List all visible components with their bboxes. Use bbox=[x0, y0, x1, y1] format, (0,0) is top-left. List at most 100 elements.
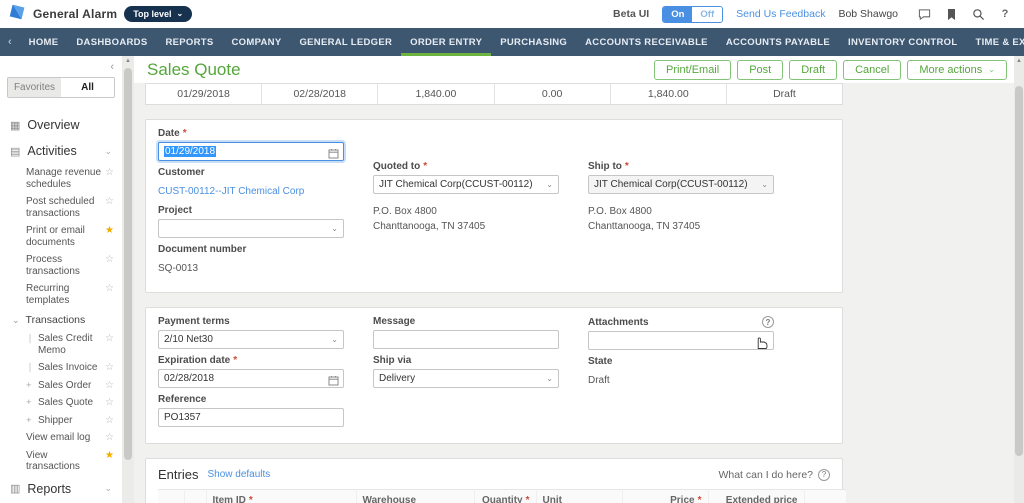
sidebar-item-transactions[interactable]: ⌄ Transactions bbox=[0, 309, 122, 330]
user-menu[interactable]: Bob Shawgo bbox=[838, 8, 898, 20]
calendar-icon[interactable] bbox=[328, 146, 339, 164]
customer-link[interactable]: CUST-00112--JIT Chemical Corp bbox=[158, 186, 304, 197]
ship-via-select[interactable]: Delivery ⌄ bbox=[373, 369, 559, 388]
star-icon[interactable] bbox=[105, 362, 114, 374]
summary-state: Draft bbox=[773, 88, 796, 100]
expiration-date-input[interactable]: 02/28/2018 bbox=[158, 369, 344, 388]
help-icon[interactable]: ? bbox=[818, 468, 830, 481]
star-icon[interactable] bbox=[105, 333, 114, 345]
draft-button[interactable]: Draft bbox=[789, 59, 838, 80]
nav-tab-reports[interactable]: REPORTS bbox=[156, 28, 222, 56]
sidebar-item-shipper[interactable]: + Shipper bbox=[0, 412, 122, 430]
bookmark-icon[interactable] bbox=[944, 7, 958, 21]
sidebar-item-reports[interactable]: ▥ Reports ⌄ bbox=[0, 476, 122, 502]
nav-scroll-left-icon[interactable]: ‹ bbox=[0, 28, 20, 56]
sidebar-scrollbar[interactable]: ▲ bbox=[122, 56, 134, 503]
list-marker-icon: ❘ bbox=[26, 362, 34, 373]
help-icon[interactable]: ? bbox=[762, 316, 774, 328]
star-icon[interactable] bbox=[105, 254, 114, 266]
project-select[interactable]: ⌄ bbox=[158, 219, 344, 238]
nav-tab-purchasing[interactable]: PURCHASING bbox=[491, 28, 576, 56]
post-button[interactable]: Post bbox=[737, 59, 784, 80]
sidebar-item-overview[interactable]: ▦ Overview bbox=[0, 112, 122, 138]
sidebar-item-sales-invoice[interactable]: ❘ Sales Invoice bbox=[0, 359, 122, 377]
message-input[interactable] bbox=[373, 330, 559, 349]
nav-tab-accounts-receivable[interactable]: ACCOUNTS RECEIVABLE bbox=[576, 28, 717, 56]
summary-expiration: 02/28/2018 bbox=[262, 84, 379, 104]
sidebar-item-sales-order[interactable]: + Sales Order bbox=[0, 377, 122, 395]
what-can-i-do-link[interactable]: What can I do here? bbox=[718, 469, 813, 481]
required-icon bbox=[622, 161, 629, 172]
add-icon[interactable]: + bbox=[26, 380, 35, 392]
beta-ui-label: Beta UI bbox=[613, 8, 650, 20]
nav-tab-time-expenses[interactable]: TIME & EXPENSES bbox=[966, 28, 1024, 56]
toggle-on[interactable]: On bbox=[663, 6, 693, 22]
nav-tab-general-ledger[interactable]: GENERAL LEDGER bbox=[290, 28, 401, 56]
star-icon[interactable] bbox=[105, 380, 114, 392]
add-icon[interactable]: + bbox=[26, 397, 35, 409]
chevron-down-icon: ⌄ bbox=[176, 9, 184, 18]
beta-ui-toggle[interactable]: On Off bbox=[662, 5, 724, 23]
sidebar-item-sales-credit-memo[interactable]: ❘ Sales Credit Memo bbox=[0, 330, 122, 359]
help-icon[interactable]: ? bbox=[998, 7, 1012, 21]
page-title: Sales Quote bbox=[147, 59, 241, 79]
star-icon[interactable] bbox=[105, 397, 114, 409]
summary-due: 1,840.00 bbox=[611, 84, 727, 104]
sidebar-item-sales-quote[interactable]: + Sales Quote bbox=[0, 394, 122, 412]
quoted-to-select[interactable]: JIT Chemical Corp(CCUST-00112) ⌄ bbox=[373, 175, 559, 194]
chevron-down-icon: ⌄ bbox=[546, 373, 553, 383]
sidebar-item-activities[interactable]: ▤ Activities ⌄ bbox=[0, 138, 122, 164]
print-email-button[interactable]: Print/Email bbox=[654, 59, 732, 80]
star-icon[interactable] bbox=[105, 415, 114, 427]
company-logo-icon bbox=[8, 3, 26, 26]
nav-tab-dashboards[interactable]: DASHBOARDS bbox=[67, 28, 156, 56]
more-actions-button[interactable]: More actions ⌄ bbox=[907, 59, 1007, 80]
required-icon bbox=[695, 495, 702, 503]
scroll-up-icon[interactable]: ▲ bbox=[122, 58, 134, 64]
sidebar-item-recurring-templates[interactable]: Recurring templates bbox=[0, 280, 122, 309]
company-name: General Alarm bbox=[33, 7, 118, 21]
form-content: 01/29/2018 02/28/2018 1,840.00 0.00 1,84… bbox=[134, 83, 1014, 503]
sidebar-item-view-transactions[interactable]: View transactions bbox=[0, 447, 122, 476]
favorite-star-icon[interactable] bbox=[105, 225, 114, 237]
cancel-button[interactable]: Cancel bbox=[843, 59, 902, 80]
attachments-input[interactable] bbox=[588, 331, 774, 350]
star-icon[interactable] bbox=[105, 283, 114, 295]
sidebar: ‹ Favorites All ▦ Overview ▤ Activities … bbox=[0, 56, 122, 503]
add-icon[interactable]: + bbox=[26, 415, 35, 427]
nav-tab-order-entry[interactable]: ORDER ENTRY bbox=[401, 28, 492, 56]
date-input[interactable]: 01/29/2018 bbox=[158, 142, 344, 161]
scroll-up-icon[interactable]: ▲ bbox=[1014, 58, 1024, 64]
state-value: Draft bbox=[588, 375, 610, 386]
payment-terms-select[interactable]: 2/10 Net30 ⌄ bbox=[158, 330, 344, 349]
scrollbar-thumb[interactable] bbox=[1015, 86, 1023, 456]
reference-input[interactable] bbox=[158, 408, 344, 427]
search-icon[interactable] bbox=[971, 7, 985, 21]
nav-tab-accounts-payable[interactable]: ACCOUNTS PAYABLE bbox=[717, 28, 839, 56]
toggle-off[interactable]: Off bbox=[692, 6, 723, 22]
sidebar-item-view-email-log[interactable]: View email log bbox=[0, 429, 122, 447]
star-icon[interactable] bbox=[105, 196, 114, 208]
tab-favorites[interactable]: Favorites bbox=[8, 78, 61, 97]
sidebar-item-print-or-email-documents[interactable]: Print or email documents bbox=[0, 222, 122, 251]
list-marker-icon: ❘ bbox=[26, 333, 34, 344]
main-scrollbar[interactable]: ▲ bbox=[1014, 56, 1024, 503]
show-defaults-link[interactable]: Show defaults bbox=[207, 469, 270, 480]
feedback-link[interactable]: Send Us Feedback bbox=[736, 8, 825, 20]
tab-all[interactable]: All bbox=[61, 78, 114, 97]
sidebar-item-post-scheduled-transactions[interactable]: Post scheduled transactions bbox=[0, 193, 122, 222]
ship-to-select[interactable]: JIT Chemical Corp(CCUST-00112) ⌄ bbox=[588, 175, 774, 194]
scrollbar-thumb[interactable] bbox=[124, 68, 132, 460]
entity-selector[interactable]: Top level ⌄ bbox=[124, 6, 193, 22]
sidebar-collapse-icon[interactable]: ‹ bbox=[110, 61, 114, 73]
star-icon[interactable] bbox=[105, 432, 114, 444]
nav-tab-inventory-control[interactable]: INVENTORY CONTROL bbox=[839, 28, 966, 56]
star-icon[interactable] bbox=[105, 167, 114, 179]
sidebar-item-process-transactions[interactable]: Process transactions bbox=[0, 251, 122, 280]
favorite-star-icon[interactable] bbox=[105, 450, 114, 462]
nav-tab-company[interactable]: COMPANY bbox=[223, 28, 291, 56]
comment-icon[interactable] bbox=[917, 7, 931, 21]
sidebar-item-manage-revenue-schedules[interactable]: Manage revenue schedules bbox=[0, 164, 122, 193]
calendar-icon[interactable] bbox=[328, 373, 339, 391]
nav-tab-home[interactable]: HOME bbox=[20, 28, 68, 56]
